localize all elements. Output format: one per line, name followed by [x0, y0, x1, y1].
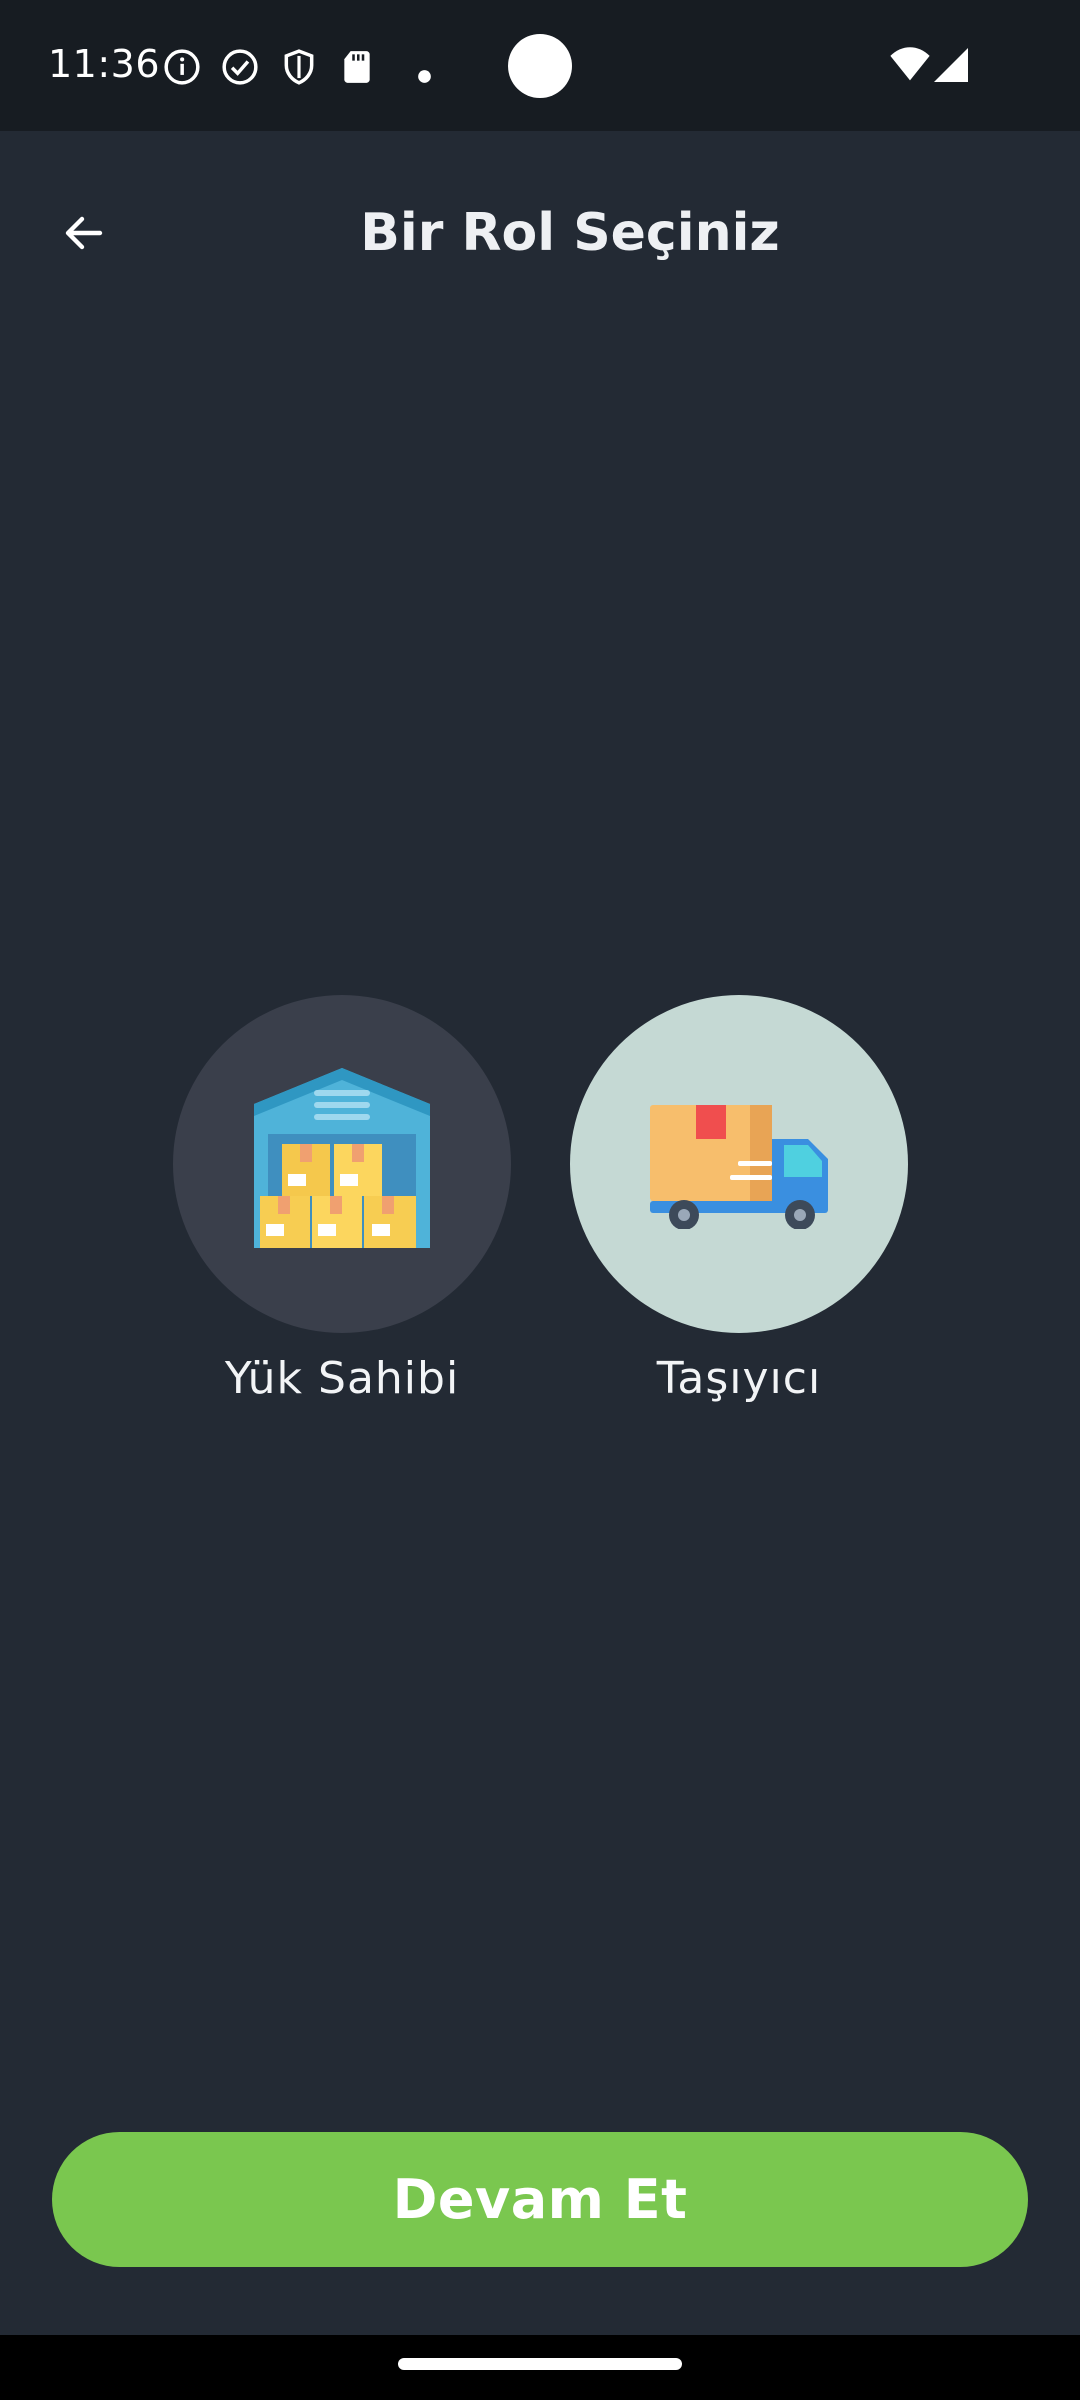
continue-button[interactable]: Devam Et: [52, 2132, 1028, 2267]
delivery-truck-icon: [650, 1105, 828, 1229]
check-circle-icon: [222, 49, 258, 85]
home-indicator[interactable]: [398, 2358, 682, 2370]
app-bar: Bir Rol Seçiniz: [0, 131, 1080, 341]
info-icon: [164, 49, 200, 85]
warehouse-icon: [254, 1068, 430, 1248]
sd-card-icon: [344, 51, 370, 83]
role-circle: [173, 995, 511, 1333]
cellular-signal-icon: [934, 48, 968, 82]
status-time: 11:36: [48, 42, 161, 86]
wifi-icon: [890, 47, 930, 81]
page-title: Bir Rol Seçiniz: [360, 203, 780, 263]
role-option-carrier[interactable]: Taşıyıcı: [569, 995, 909, 1404]
role-option-load-owner[interactable]: Yük Sahibi: [172, 995, 512, 1404]
dot-icon: [418, 70, 431, 83]
shield-icon: [284, 49, 314, 85]
status-bar: 11:36: [0, 0, 1080, 131]
role-label-carrier: Taşıyıcı: [656, 1353, 822, 1404]
navigation-bar: [0, 2335, 1080, 2400]
role-circle-selected: [570, 995, 908, 1333]
role-label-load-owner: Yük Sahibi: [224, 1353, 460, 1404]
camera-cutout: [508, 34, 572, 98]
